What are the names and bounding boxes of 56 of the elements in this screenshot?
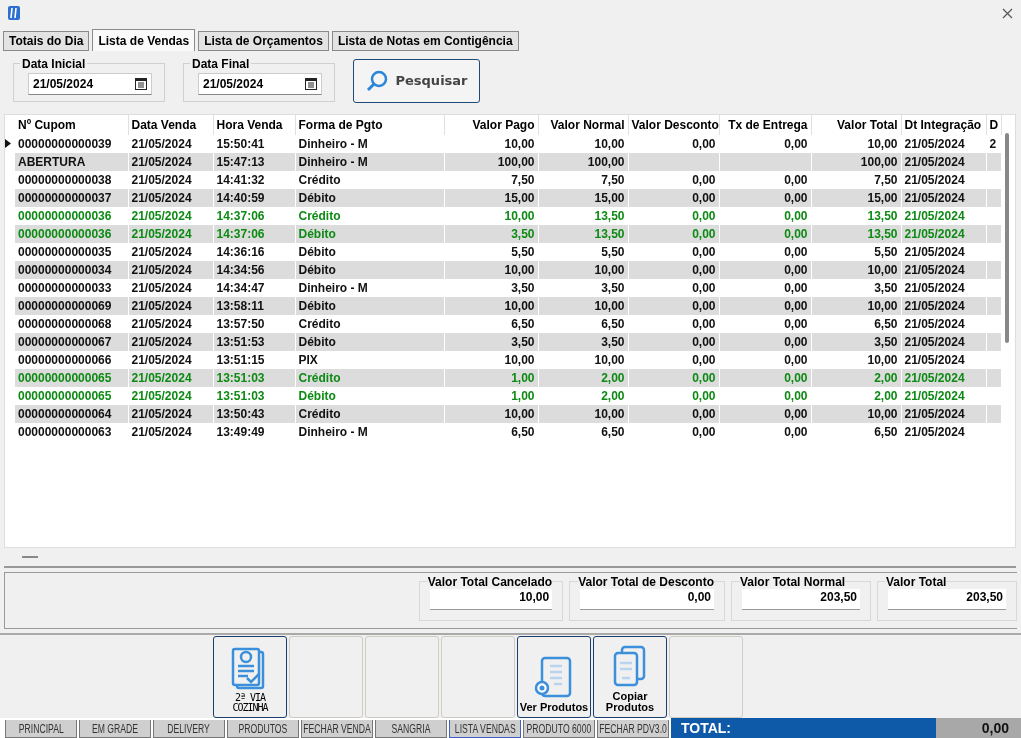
scrollbar-thumb[interactable] bbox=[1005, 133, 1009, 344]
function-key-button[interactable]: PRODUTOS bbox=[227, 720, 299, 738]
document-eye-icon bbox=[534, 656, 574, 700]
scrollbar-thumb-icon[interactable] bbox=[22, 555, 38, 558]
tab[interactable]: Lista de Notas em Contigência bbox=[331, 30, 519, 51]
table-cell: 21/05/2024 bbox=[901, 423, 986, 442]
date-field[interactable]: 21/05/2024 bbox=[198, 72, 322, 95]
date-label: Data Inicial bbox=[21, 56, 87, 71]
calendar-icon[interactable] bbox=[305, 77, 317, 90]
total-label: Valor Total de Desconto bbox=[578, 574, 714, 589]
function-key-button[interactable]: FECHAR PDV3.0 bbox=[597, 720, 669, 738]
empty-button[interactable] bbox=[289, 636, 363, 718]
function-key-button[interactable]: PRODUTO 6000 bbox=[523, 720, 595, 738]
total-label: Valor Total Cancelado bbox=[427, 574, 553, 589]
tab[interactable]: Lista de Vendas bbox=[92, 28, 196, 51]
app-logo-icon bbox=[8, 6, 20, 21]
table-cell: 6,50 bbox=[811, 423, 901, 442]
function-key-button[interactable]: LISTA VENDAS bbox=[449, 720, 521, 738]
function-key-button[interactable]: DELIVERY bbox=[153, 720, 225, 738]
function-key-button[interactable]: SANGRIA bbox=[375, 720, 447, 738]
total-value-field: 203,50 bbox=[742, 588, 860, 610]
total-value-field: 0,00 bbox=[580, 588, 714, 610]
table-cell: 0,00 bbox=[719, 423, 811, 442]
total-value: 0,00 bbox=[936, 718, 1021, 738]
table-cell: 6,50 bbox=[538, 423, 628, 442]
copy-documents-icon bbox=[612, 645, 648, 689]
date-field[interactable]: 21/05/2024 bbox=[28, 72, 152, 95]
table-cell: 6,50 bbox=[444, 423, 538, 442]
function-key-button[interactable]: PRINCIPAL bbox=[5, 720, 77, 738]
total-label: TOTAL: bbox=[671, 718, 936, 738]
action-button[interactable]: 2ª VIA COZINHA bbox=[213, 636, 287, 718]
function-key-button[interactable]: FECHAR VENDA bbox=[301, 720, 373, 738]
table-cell: Dinheiro - M bbox=[295, 423, 444, 442]
empty-button[interactable] bbox=[441, 636, 515, 718]
action-button[interactable]: Ver Produtos bbox=[517, 636, 591, 718]
total-label: Valor Total Normal bbox=[740, 574, 846, 589]
search-icon bbox=[365, 68, 390, 93]
date-label: Data Final bbox=[191, 56, 251, 71]
close-icon[interactable] bbox=[1002, 7, 1013, 19]
table-cell: 00000000000063 bbox=[15, 423, 128, 442]
current-row-icon bbox=[5, 139, 11, 149]
tab[interactable]: Lista de Orçamentos bbox=[198, 30, 329, 51]
tab[interactable]: Totais do Dia bbox=[3, 30, 90, 51]
table-cell: 0,00 bbox=[628, 423, 719, 442]
total-label: Valor Total bbox=[886, 574, 947, 589]
search-button[interactable]: Pesquisar bbox=[353, 58, 480, 103]
empty-button[interactable] bbox=[365, 636, 439, 718]
total-value-field: 203,50 bbox=[888, 588, 1006, 610]
calendar-icon[interactable] bbox=[135, 77, 147, 90]
empty-button[interactable] bbox=[669, 636, 743, 718]
table-cell: 21/05/2024 bbox=[128, 423, 213, 442]
action-button[interactable]: Copiar Produtos bbox=[593, 636, 667, 718]
function-key-button[interactable]: EM GRADE bbox=[79, 720, 151, 738]
table-row[interactable]: 00000000000039 21/05/2024 15:50:41 Dinheiro - M 10,00 10,00 0,00 0,00 10,00 21/05/2024 2 bbox=[5, 135, 1001, 154]
table-cell: 13:49:49 bbox=[213, 423, 295, 442]
total-value-field: 10,00 bbox=[429, 588, 553, 610]
